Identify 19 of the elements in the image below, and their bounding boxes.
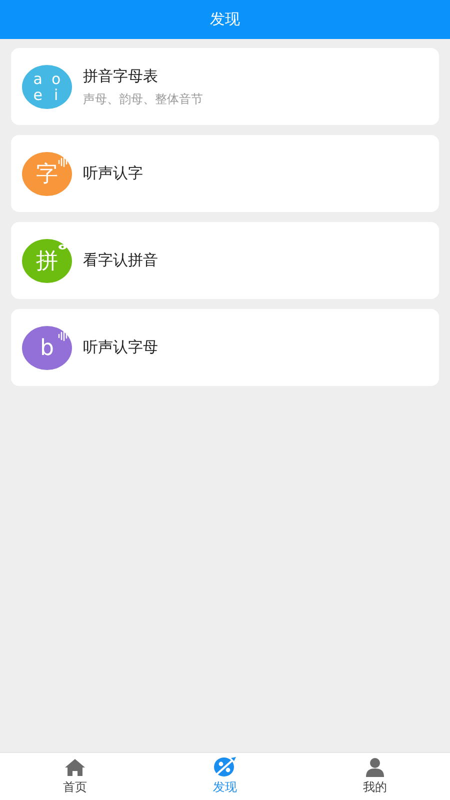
page-title: 发现 [210,9,240,30]
letter-badge-icon: 字 [22,152,72,196]
letter-badge-icon: 拼 [22,238,72,282]
item-title: 拼音字母表 [83,66,159,88]
planet-icon [213,756,237,777]
item-title: 听声认字母 [83,337,158,358]
list-card[interactable]: 拼 看字认拼音 [11,222,439,299]
list-card[interactable]: a o e i 拼音字母表 声母、韵母、整体音节 [11,48,439,125]
home-icon [64,758,86,777]
person-icon [365,757,385,777]
item-subtitle: 声母、韵母、整体音节 [83,90,203,108]
list-card[interactable]: 字 听声认字 [11,135,439,212]
list-card[interactable]: b 听声认字母 [11,309,439,386]
item-title: 看字认拼音 [83,250,158,272]
nav-tab[interactable]: 我的 [300,753,450,800]
letter-badge-icon: b [22,326,72,370]
item-title: 听声认字 [83,163,143,184]
nav-tab[interactable]: 首页 [0,753,150,800]
letter-badge-icon: a o e i [22,64,72,108]
